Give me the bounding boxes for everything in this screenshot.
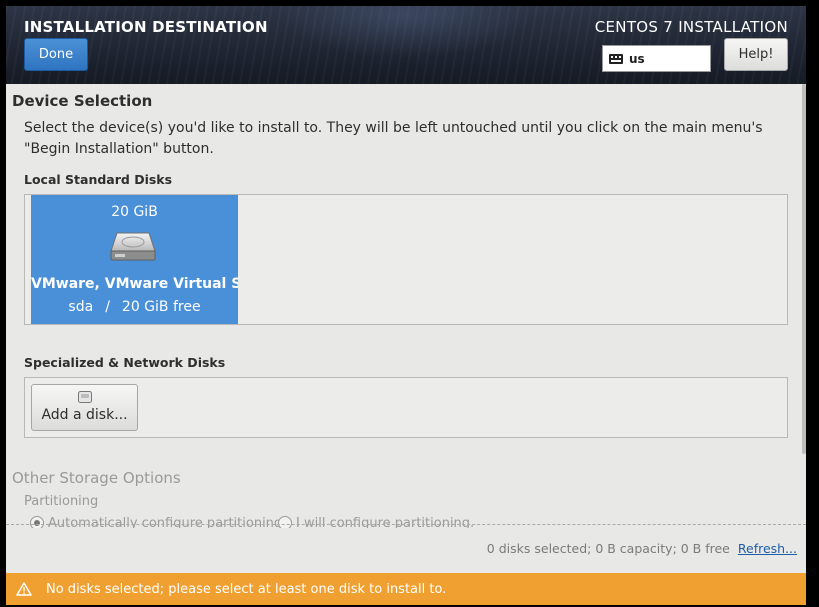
installer-window: INSTALLATION DESTINATION Done CENTOS 7 I… xyxy=(6,6,806,605)
auto-partition-option[interactable]: Automatically configure partitioning. xyxy=(30,516,286,528)
hard-disk-icon xyxy=(110,232,156,261)
keyboard-layout-indicator[interactable]: us xyxy=(602,45,711,72)
local-disks-panel: 20 GiB VMware, VMware Virtual S sda / 20 G… xyxy=(24,194,788,325)
disk-tile-sda[interactable]: 20 GiB VMware, VMware Virtual S sda / 20 G… xyxy=(31,195,238,324)
add-disk-label: Add a disk... xyxy=(41,407,128,423)
network-disks-panel: Add a disk... xyxy=(24,377,788,438)
disk-name: VMware, VMware Virtual S xyxy=(31,276,238,292)
other-storage-title: Other Storage Options xyxy=(12,469,181,487)
disk-detail: sda / 20 GiB free xyxy=(31,299,238,315)
partitioning-label: Partitioning xyxy=(24,494,99,509)
keyboard-icon xyxy=(609,53,623,64)
done-button[interactable]: Done xyxy=(24,38,88,71)
auto-partition-label: Automatically configure partitioning. xyxy=(48,516,287,528)
selection-summary: 0 disks selected; 0 B capacity; 0 B free… xyxy=(487,541,797,556)
auto-partition-radio[interactable] xyxy=(30,516,44,528)
product-title: CENTOS 7 INSTALLATION xyxy=(594,18,788,36)
manual-partition-option[interactable]: I will configure partitioning. xyxy=(278,516,474,528)
disk-separator: / xyxy=(105,299,110,315)
refresh-link[interactable]: Refresh... xyxy=(738,541,797,556)
network-disks-heading: Specialized & Network Disks xyxy=(24,355,226,370)
add-disk-button[interactable]: Add a disk... xyxy=(31,384,138,431)
content-area: Device Selection Select the device(s) yo… xyxy=(6,84,806,573)
summary-text: 0 disks selected; 0 B capacity; 0 B free xyxy=(486,541,730,556)
intro-line-2: "Begin Installation" button. xyxy=(24,141,214,157)
manual-partition-radio[interactable] xyxy=(278,516,292,528)
disk-add-icon xyxy=(78,391,92,403)
scrollbar[interactable] xyxy=(802,84,806,454)
device-selection-intro: Select the device(s) you'd like to insta… xyxy=(24,118,784,160)
disk-device: sda xyxy=(68,299,94,315)
scroll-divider xyxy=(6,524,806,525)
warning-text: No disks selected; please select at leas… xyxy=(46,581,447,597)
warning-icon xyxy=(16,582,32,596)
keyboard-layout-label: us xyxy=(629,51,645,66)
header-bar: INSTALLATION DESTINATION Done CENTOS 7 I… xyxy=(6,6,806,84)
spoke-title: INSTALLATION DESTINATION xyxy=(24,18,268,36)
local-disks-heading: Local Standard Disks xyxy=(24,172,173,187)
disk-size: 20 GiB xyxy=(111,204,158,220)
manual-partition-label: I will configure partitioning. xyxy=(296,516,475,528)
disk-free: 20 GiB free xyxy=(121,299,201,315)
help-button[interactable]: Help! xyxy=(724,38,788,71)
warning-bar[interactable]: No disks selected; please select at leas… xyxy=(6,573,806,605)
device-selection-title: Device Selection xyxy=(12,92,153,110)
intro-line-1: Select the device(s) you'd like to insta… xyxy=(24,120,763,136)
